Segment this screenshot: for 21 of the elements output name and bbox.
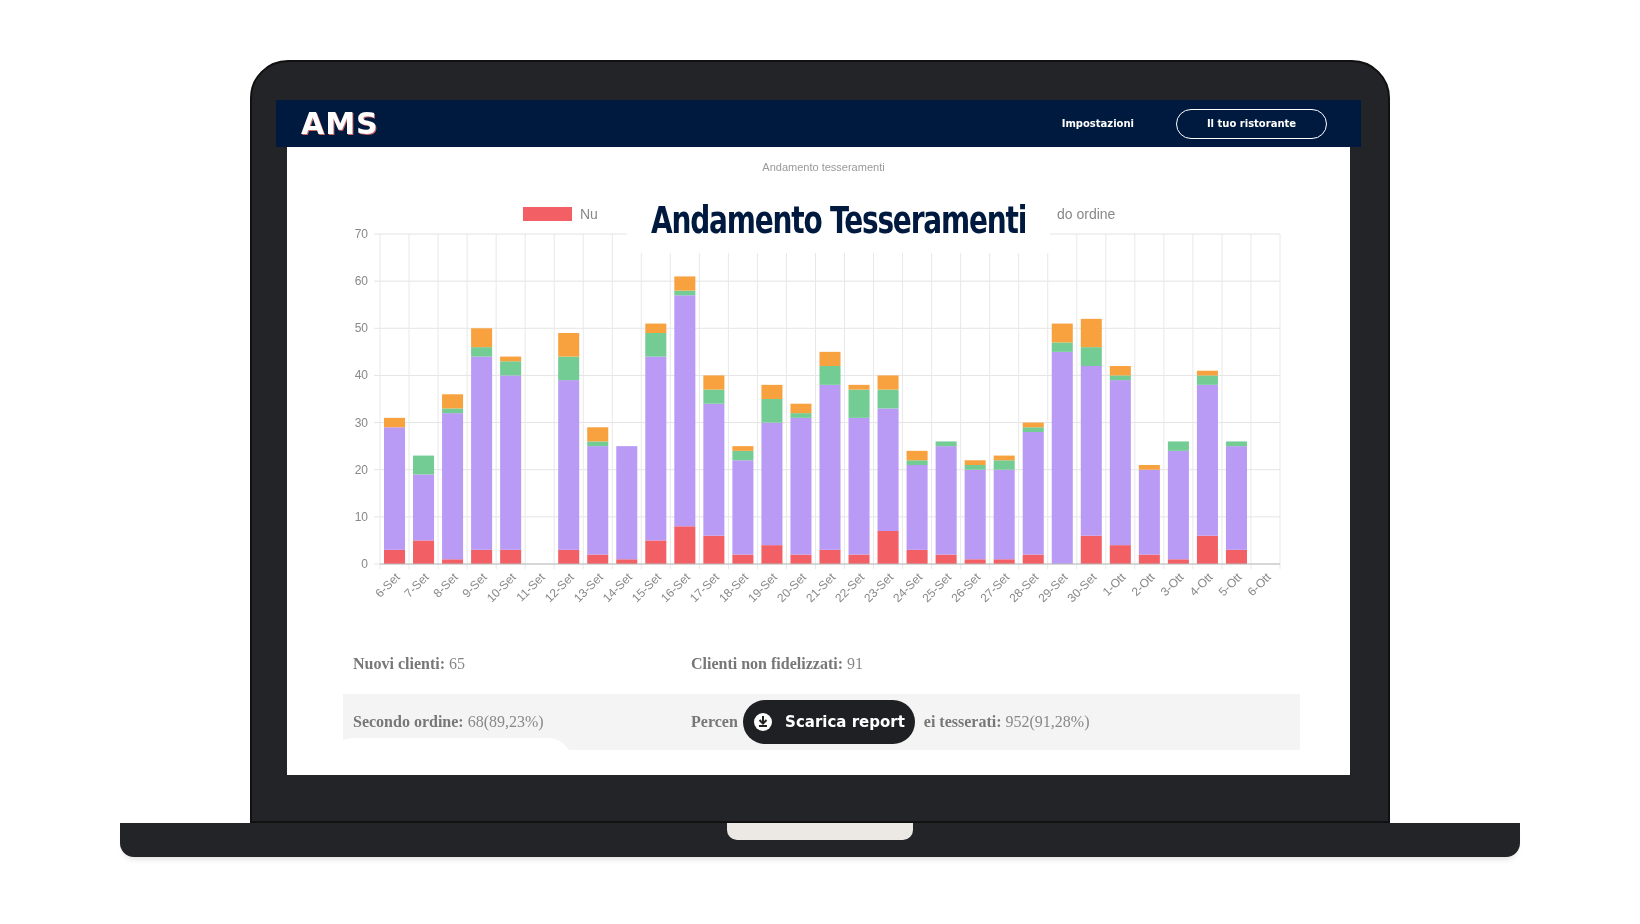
download-icon <box>753 712 774 732</box>
stat-text: ei tesserati: 952(91,28%) <box>923 713 1090 731</box>
chart-title: Andamento tesseramenti <box>762 161 885 174</box>
axis-label: 70 <box>354 227 368 241</box>
legend-label[interactable]: Nu <box>580 206 598 222</box>
nav-link[interactable]: Impostazioni <box>1061 112 1134 135</box>
axis-label: 0 <box>361 557 368 571</box>
stat-text: Percen <box>691 713 738 731</box>
axis-label: 60 <box>354 274 368 289</box>
download-button[interactable]: Scarica report <box>743 700 915 744</box>
stat-text: Nuovi clienti: 65 <box>353 655 466 673</box>
logo[interactable]: AMS <box>301 106 379 141</box>
page-title: Andamento Tesseramenti <box>650 198 1027 243</box>
axis-label: 40 <box>354 368 368 383</box>
axis-label: 10 <box>354 509 368 524</box>
legend-label[interactable]: do ordine <box>1057 206 1116 222</box>
axis-label: 50 <box>354 321 368 336</box>
axis-label: 20 <box>354 462 368 477</box>
stat-text: Secondo ordine: 68(89,23%) <box>353 713 545 731</box>
stat-text: Clienti non fidelizzati: 91 <box>691 655 863 673</box>
axis-label: 30 <box>354 415 368 430</box>
